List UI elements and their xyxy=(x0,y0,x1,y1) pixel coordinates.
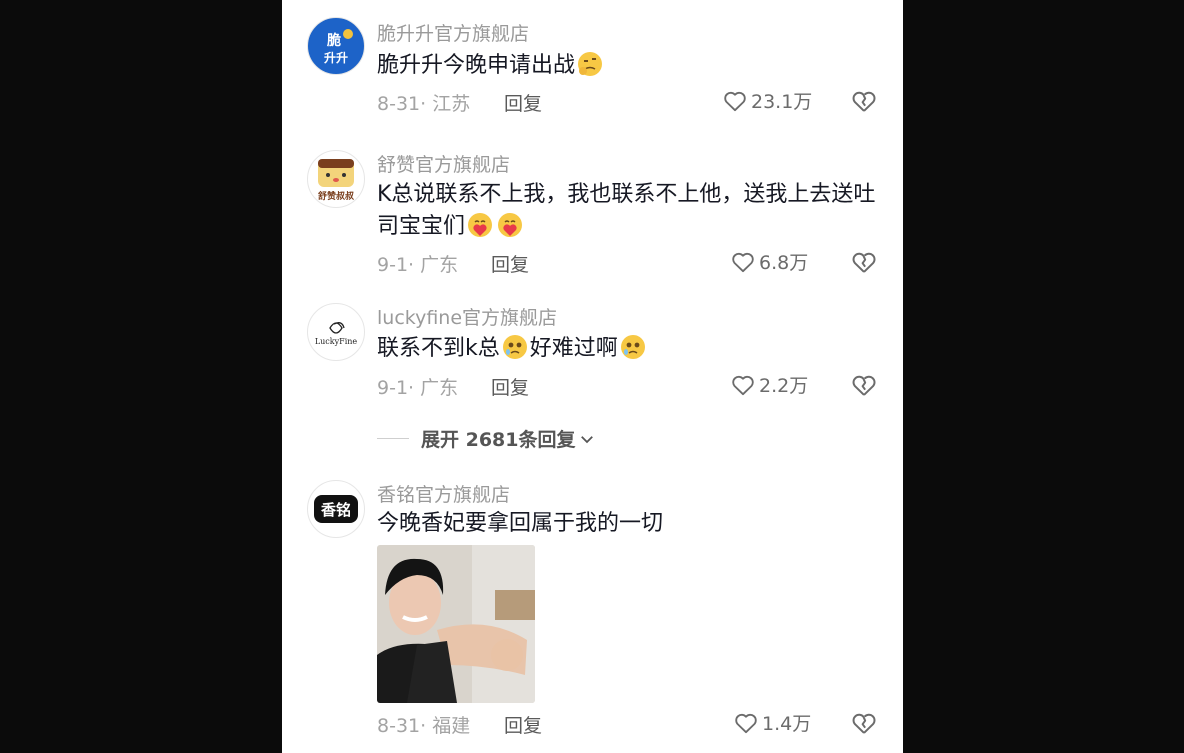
comment-location: 福建 xyxy=(432,715,471,737)
comment-text-content: 今晚香妃要拿回属于我的一切 xyxy=(377,511,664,536)
comment-meta: 9-1· 广东 xyxy=(377,373,458,400)
comment-text-content: 联系不到k总 xyxy=(377,336,500,361)
brand-logo: 脆 升升 xyxy=(309,19,363,73)
reply-button[interactable]: 回复 xyxy=(504,711,542,738)
comment-text-content: 好难过啊 xyxy=(529,336,618,361)
comment-text-content: K总说联系不上我，我也联系不上他，送我上去送吐司宝宝们 xyxy=(377,182,876,239)
comment-location: 广东 xyxy=(420,377,459,399)
commenter-name[interactable]: 舒赞官方旗舰店 xyxy=(377,150,510,177)
comment-text: 脆升升今晚申请出战 xyxy=(377,50,887,82)
comment-text-content: 脆升升今晚申请出战 xyxy=(377,53,576,78)
broken-heart-icon[interactable] xyxy=(850,709,878,737)
heart-hug-emoji-icon xyxy=(498,213,523,237)
like-button[interactable]: 23.1万 xyxy=(722,87,812,114)
comment-image[interactable] xyxy=(377,545,535,703)
avatar[interactable]: 香铭 xyxy=(307,480,365,538)
comment-date: 9-1· xyxy=(377,377,415,399)
heart-outline-icon xyxy=(732,252,754,272)
brand-logo: 香铭 xyxy=(314,495,358,523)
comment-text: K总说联系不上我，我也联系不上他，送我上去送吐司宝宝们 xyxy=(377,179,887,243)
teary-emoji-icon xyxy=(502,335,527,359)
broken-heart-icon[interactable] xyxy=(850,87,878,115)
like-count: 23.1万 xyxy=(751,91,813,113)
comment-date: 9-1· xyxy=(377,254,415,276)
comment-location: 广东 xyxy=(420,254,459,276)
like-button[interactable]: 2.2万 xyxy=(730,371,808,398)
broken-heart-icon[interactable] xyxy=(850,371,878,399)
comment-date: 8-31· xyxy=(377,715,427,737)
heart-outline-icon xyxy=(724,91,746,111)
expand-replies-button[interactable]: 展开 2681条回复 xyxy=(377,425,596,452)
commenter-name[interactable]: 脆升升官方旗舰店 xyxy=(377,19,529,46)
broken-heart-icon[interactable] xyxy=(850,248,878,276)
comment-text: 今晚香妃要拿回属于我的一切 xyxy=(377,508,887,540)
comment-meta: 8-31· 福建 xyxy=(377,711,470,738)
comment-meta: 9-1· 广东 xyxy=(377,250,458,277)
avatar[interactable]: 脆 升升 xyxy=(307,17,365,75)
reply-button[interactable]: 回复 xyxy=(504,89,542,116)
expand-replies-label: 展开 2681条回复 xyxy=(421,429,576,451)
avatar[interactable]: 舒赞叔叔 xyxy=(307,150,365,208)
like-button[interactable]: 6.8万 xyxy=(730,248,808,275)
avatar[interactable]: LuckyFine xyxy=(307,303,365,361)
comment-text: 联系不到k总 好难过啊 xyxy=(377,333,887,365)
brand-logo: 舒赞叔叔 xyxy=(318,159,355,202)
reply-button[interactable]: 回复 xyxy=(491,373,529,400)
heart-outline-icon xyxy=(735,713,757,733)
svg-text:LuckyFine: LuckyFine xyxy=(315,337,358,346)
divider xyxy=(377,438,409,439)
chevron-down-icon xyxy=(580,435,593,443)
person-photo xyxy=(377,545,535,703)
comments-panel: 脆 升升 脆升升官方旗舰店 脆升升今晚申请出战 8-31· 江苏 回复 23.1… xyxy=(282,0,903,753)
thinking-emoji-icon xyxy=(578,52,603,76)
like-button[interactable]: 1.4万 xyxy=(733,709,811,736)
brand-logo: LuckyFine xyxy=(315,322,358,346)
like-count: 1.4万 xyxy=(762,713,812,735)
reply-button[interactable]: 回复 xyxy=(491,250,529,277)
heart-hug-emoji-icon xyxy=(468,213,493,237)
commenter-name[interactable]: 香铭官方旗舰店 xyxy=(377,480,510,507)
teary-emoji-icon xyxy=(620,335,645,359)
svg-text:升升: 升升 xyxy=(324,50,348,65)
like-count: 2.2万 xyxy=(759,375,809,397)
comment-date: 8-31· xyxy=(377,93,427,115)
commenter-name[interactable]: luckyfine官方旗舰店 xyxy=(377,303,557,330)
comment-location: 江苏 xyxy=(432,93,471,115)
svg-text:脆: 脆 xyxy=(326,32,341,49)
comment-meta: 8-31· 江苏 xyxy=(377,89,470,116)
like-count: 6.8万 xyxy=(759,252,809,274)
heart-outline-icon xyxy=(732,375,754,395)
svg-text:香铭: 香铭 xyxy=(321,501,351,519)
svg-text:舒赞叔叔: 舒赞叔叔 xyxy=(318,190,355,202)
